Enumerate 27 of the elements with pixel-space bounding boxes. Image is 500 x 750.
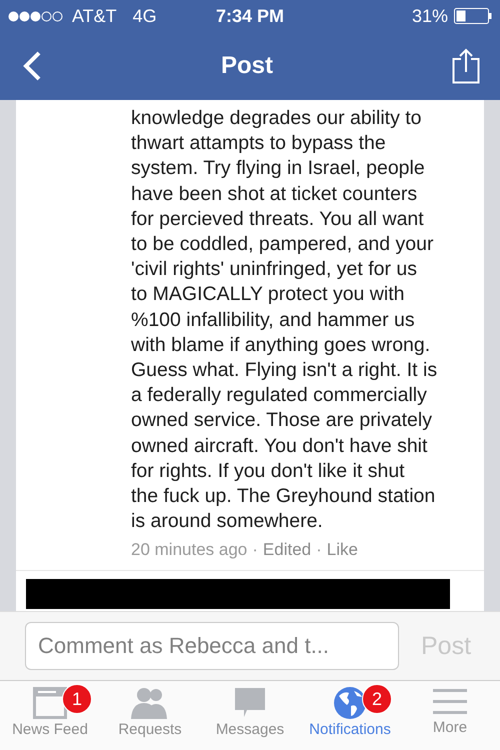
back-button[interactable]: [22, 50, 42, 82]
carrier-label: AT&T: [72, 6, 117, 26]
tab-bar-item[interactable]: Messages: [200, 681, 300, 750]
people-icon: [130, 687, 170, 719]
network-label: 4G: [132, 6, 157, 26]
like-link[interactable]: Like: [326, 540, 358, 560]
separator-dot: ·: [316, 540, 322, 560]
comment-time: 20 minutes ago: [131, 540, 248, 560]
share-button[interactable]: [452, 48, 480, 84]
menu-icon: [433, 687, 467, 717]
tab-bar-item[interactable]: 1 News Feed: [0, 681, 100, 750]
tab-bar-item[interactable]: Requests: [100, 681, 200, 750]
globe-icon: [334, 687, 366, 719]
tab-bar-item[interactable]: 2 Notifications: [300, 681, 400, 750]
battery-percent: 31%: [412, 6, 448, 26]
page-title: Post: [220, 52, 273, 80]
signal-icon: [8, 10, 64, 22]
tab-bar-item[interactable]: More: [400, 681, 500, 750]
speech-bubble-icon: [234, 687, 266, 719]
edited-link[interactable]: Edited: [262, 540, 312, 560]
separator-dot: ·: [252, 540, 258, 560]
notification-badge: 1: [62, 684, 92, 714]
notification-badge: 2: [362, 684, 392, 714]
comment-text: knowledge degrades our ability to thwart attampts to bypass the system. Try flying in Israel, people have been shot at ticket counters for percieved threats. You all want to be coddled, pampered, and your 'civil rights' uninfringed, yet for us to MAGICALLY protect you with %100 infallibility, and hammer us with blame if anything goes wrong. Guess what. Flying isn't a right. It is a federally regulated commercially owned service. Those are privately owned aircraft. You don't have shit for rights. If you don't like it shut the fuck up. The Greyhound station is around somewhere.: [131, 106, 438, 534]
comment-field[interactable]: Comment as Rebecca and t...: [25, 622, 399, 670]
clock-time: 7:34 PM: [216, 6, 284, 26]
battery-icon: [454, 8, 492, 24]
